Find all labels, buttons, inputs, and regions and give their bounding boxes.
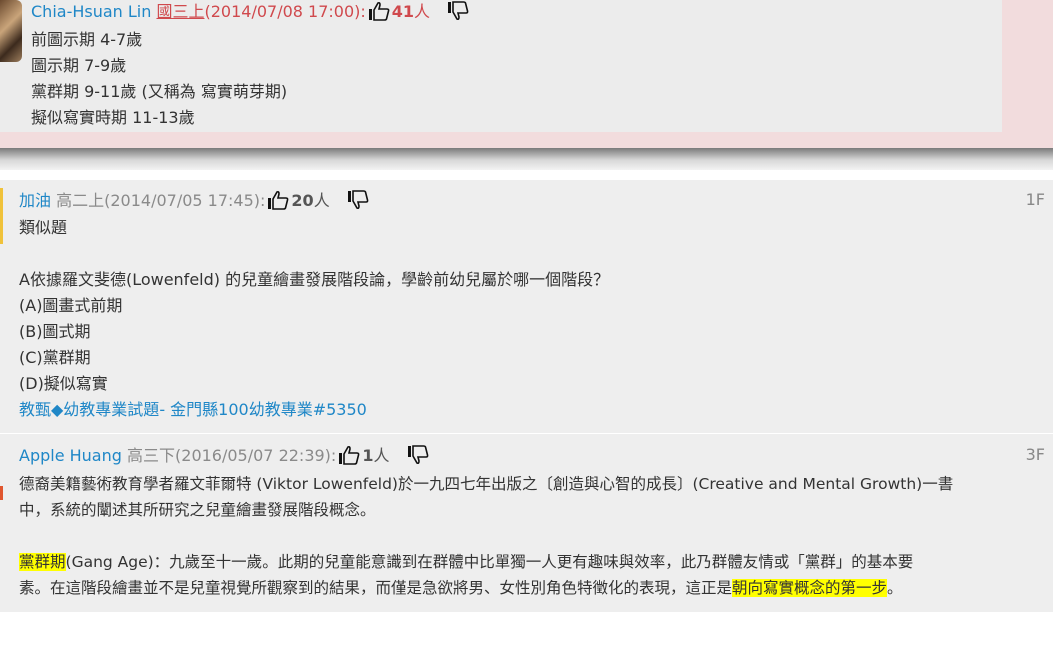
people-unit: 人 — [373, 446, 390, 465]
post-line: A依據羅文斐德(Lowenfeld) 的兒童繪畫發展階段論，學齡前幼兒屬於哪一個… — [19, 270, 610, 289]
floor-number: 1F — [1025, 190, 1045, 209]
comment-author[interactable]: Chia-Hsuan Lin — [31, 2, 151, 21]
thumbs-down-icon[interactable] — [347, 190, 373, 216]
thumbs-down-icon[interactable] — [407, 445, 433, 471]
post-grade: 高二上 — [56, 191, 105, 210]
comment-grade[interactable]: 國三上 — [156, 2, 204, 21]
post-date: (2014/07/05 17:45): — [104, 191, 266, 210]
thumbs-down-icon[interactable] — [447, 1, 473, 27]
discussion-post: 加油 高二上(2014/07/05 17:45): 20人 1F 類似題 A依據羅… — [0, 180, 1053, 433]
exam-category-link[interactable]: 教甄◆幼教專業試題 — [19, 400, 159, 419]
post-text: 素。在這階段繪畫並不是兒童視覺所觀察到的結果，而僅是急欲將男、女性別角色特徵化的… — [19, 579, 733, 597]
exam-source-links: 教甄◆幼教專業試題- 金門縣100幼教專業#5350 — [19, 397, 367, 423]
comment-line: 擬似寫實時期 11-13歲 — [31, 108, 195, 127]
people-unit: 人 — [414, 2, 431, 21]
post-meta: Apple Huang 高三下(2016/05/07 22:39): 1人 — [19, 445, 435, 471]
thumbs-up-icon[interactable] — [368, 1, 390, 27]
post-text: (Gang Age)：九歲至十一歲。此期的兒童能意識到在群體中比單獨一人更有趣味… — [65, 553, 914, 571]
avatar[interactable] — [0, 0, 22, 62]
post-text: 。 — [887, 579, 903, 597]
post-date: (2016/05/07 22:39): — [175, 446, 337, 465]
comment-date: (2014/07/08 17:00): — [204, 2, 366, 21]
post-line: (C)黨群期 — [19, 348, 91, 367]
highlighted-text: 黨群期 — [19, 553, 66, 571]
floor-number: 3F — [1025, 445, 1045, 464]
post-line: 黨群期(Gang Age)：九歲至十一歲。此期的兒童能意識到在群體中比單獨一人更… — [19, 549, 913, 575]
highlighted-text: 朝向寫實概念的第一步 — [732, 579, 888, 597]
thumbs-up-icon[interactable] — [338, 445, 360, 471]
post-line: (B)圖式期 — [19, 322, 91, 341]
discussion-post: Apple Huang 高三下(2016/05/07 22:39): 1人 3F … — [0, 434, 1053, 612]
post-grade: 高三下 — [127, 446, 176, 465]
post-line: (D)擬似寫實 — [19, 374, 108, 393]
post-author[interactable]: 加油 — [19, 191, 51, 210]
popup-comment-meta: Chia-Hsuan Lin 國三上(2014/07/08 17:00): 41人 — [31, 1, 475, 27]
post-line: 中，系統的闡述其所研究之兒童繪畫發展階段概念。 — [19, 501, 376, 519]
popup-shadow — [0, 148, 1053, 170]
like-count: 1 — [362, 446, 374, 465]
post-line: 類似題 — [19, 218, 68, 237]
post-line: 素。在這階段繪畫並不是兒童視覺所觀察到的結果，而僅是急欲將男、女性別角色特徵化的… — [19, 575, 903, 601]
post-accent-bar — [0, 188, 3, 244]
comment-line: 圖示期 7-9歲 — [31, 56, 127, 75]
post-accent-bar — [0, 486, 3, 500]
like-count: 20 — [291, 191, 314, 210]
exam-paper-link[interactable]: 金門縣100幼教專業#5350 — [170, 400, 367, 419]
post-line: (A)圖畫式前期 — [19, 296, 123, 315]
link-separator: - — [159, 400, 171, 419]
comment-line: 前圖示期 4-7歲 — [31, 30, 143, 49]
post-line: 德裔美籍藝術教育學者羅文菲爾特 (Viktor Lowenfeld)於一九四七年… — [19, 475, 954, 493]
thumbs-up-icon[interactable] — [267, 190, 289, 216]
post-author[interactable]: Apple Huang — [19, 446, 122, 465]
people-unit: 人 — [313, 191, 330, 210]
comment-line: 黨群期 9-11歲 (又稱為 寫實萌芽期) — [31, 82, 288, 101]
like-count: 41 — [391, 2, 415, 21]
post-meta: 加油 高二上(2014/07/05 17:45): 20人 — [19, 190, 375, 216]
